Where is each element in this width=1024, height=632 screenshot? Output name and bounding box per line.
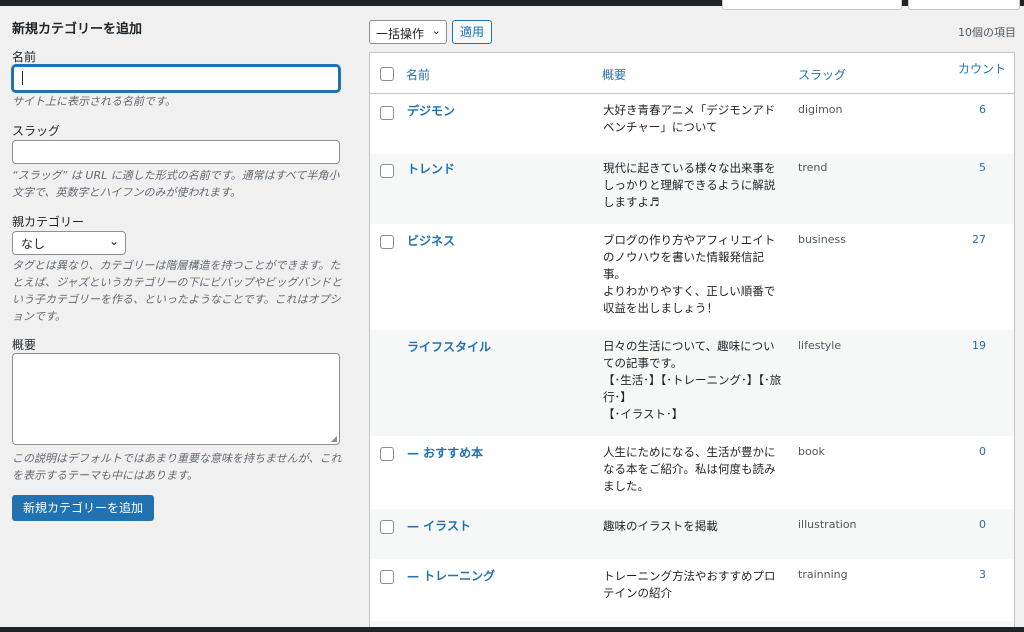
add-category-form: 新規カテゴリーを追加 名前 サイト上に表示される名前です。 スラッグ “スラッグ… xyxy=(12,18,342,521)
slug-label: スラッグ xyxy=(12,124,61,138)
table-row: デジモン 大好き青春アニメ「デジモンアドベンチャー」について digimon 6 xyxy=(370,94,1014,154)
bulk-action-value: 一括操作 xyxy=(376,27,425,41)
row-checkbox[interactable] xyxy=(380,106,394,120)
category-count-link[interactable]: 19 xyxy=(972,339,986,352)
resize-grip-icon[interactable]: ◢ xyxy=(331,434,337,443)
category-slug: business xyxy=(798,233,846,246)
category-count-link[interactable]: 27 xyxy=(972,233,986,246)
table-row: — トレーニング トレーニング方法やおすすめプロテインの紹介 trainning… xyxy=(370,559,1014,621)
column-slug[interactable]: スラッグ xyxy=(798,66,846,83)
bulk-action-select[interactable]: 一括操作 ⌄ xyxy=(369,20,447,44)
category-description: 現代に起きている様々な出来事をしっかりと理解できるように解説しますよ♬ xyxy=(603,161,776,209)
row-checkbox[interactable] xyxy=(380,447,394,461)
parent-help: タグとは異なり、カテゴリーは階層構造を持つことができます。たとえば、ジャズという… xyxy=(12,259,342,323)
category-name-link[interactable]: ライフスタイル xyxy=(407,338,491,355)
category-slug: lifestyle xyxy=(798,339,842,352)
table-header: 名前 概要 スラッグ カウント xyxy=(370,53,1014,94)
admin-top-bar xyxy=(0,0,1024,10)
chevron-down-icon: ⌄ xyxy=(431,24,441,37)
top-action-button[interactable] xyxy=(908,0,1020,10)
category-count-link[interactable]: 3 xyxy=(979,568,986,581)
column-name[interactable]: 名前 xyxy=(406,66,430,83)
column-description: 概要 xyxy=(602,68,627,82)
category-count-link[interactable]: 6 xyxy=(979,103,986,116)
table-row: — おすすめ本 人生にためになる、生活が豊かになる本をご紹介。私は何度も読みまし… xyxy=(370,436,1014,509)
top-search-box[interactable] xyxy=(722,0,902,10)
category-description: 人生にためになる、生活が豊かになる本をご紹介。私は何度も読みました。 xyxy=(603,445,776,493)
description-textarea[interactable]: ◢ xyxy=(12,353,340,445)
category-description: トレーニング方法やおすすめプロテインの紹介 xyxy=(603,569,776,600)
name-label: 名前 xyxy=(12,50,37,64)
chevron-down-icon: ⌄ xyxy=(108,234,119,248)
category-description: ブログの作り方やアフィリエイトのノウハウを書いた情報発信記事。 よりわかりやすく… xyxy=(603,233,776,315)
name-input[interactable] xyxy=(12,65,340,92)
category-count-link[interactable]: 0 xyxy=(979,518,986,531)
table-row: ライフスタイル 日々の生活について、趣味についての記事です。 【･生活･】【･ト… xyxy=(370,330,1014,436)
table-row: ビジネス ブログの作り方やアフィリエイトのノウハウを書いた情報発信記事。 よりわ… xyxy=(370,224,1014,330)
table-row: — イラスト 趣味のイラストを掲載 illustration 0 xyxy=(370,509,1014,559)
category-count-link[interactable]: 5 xyxy=(979,161,986,174)
category-name-link[interactable]: — おすすめ本 xyxy=(407,444,483,461)
category-slug: digimon xyxy=(798,103,843,116)
form-title: 新規カテゴリーを追加 xyxy=(12,22,143,37)
description-help: この説明はデフォルトではあまり重要な意味を持ちませんが、これを表示するテーマも中… xyxy=(12,452,342,482)
table-row: トレンド 現代に起きている様々な出来事をしっかりと理解できるように解説しますよ♬… xyxy=(370,154,1014,224)
category-slug: trend xyxy=(798,161,828,174)
select-all-checkbox[interactable] xyxy=(380,67,394,81)
category-name-link[interactable]: デジモン xyxy=(407,102,455,119)
category-slug: illustration xyxy=(798,518,857,531)
category-table: 名前 概要 スラッグ カウント デジモン 大好き青春アニメ「デジモンアドベンチャ… xyxy=(369,52,1015,632)
row-checkbox[interactable] xyxy=(380,520,394,534)
row-checkbox[interactable] xyxy=(380,235,394,249)
slug-help: “スラッグ” は URL に適した形式の名前です。通常はすべて半角小文字で、英数… xyxy=(12,169,340,199)
category-name-link[interactable]: トレンド xyxy=(407,160,455,177)
category-description: 趣味のイラストを掲載 xyxy=(603,519,718,533)
name-help: サイト上に表示される名前です。 xyxy=(12,95,176,108)
parent-selected-value: なし xyxy=(21,237,46,251)
item-count: 10個の項目 xyxy=(958,26,1016,39)
category-slug: trainning xyxy=(798,568,848,581)
category-description: 大好き青春アニメ「デジモンアドベンチャー」について xyxy=(603,103,776,134)
category-slug: book xyxy=(798,445,825,458)
text-caret xyxy=(22,71,23,85)
row-checkbox[interactable] xyxy=(380,570,394,584)
column-count[interactable]: カウント xyxy=(958,60,1006,77)
category-name-link[interactable]: — イラスト xyxy=(407,517,471,534)
row-checkbox[interactable] xyxy=(380,164,394,178)
parent-label: 親カテゴリー xyxy=(12,215,85,229)
category-name-link[interactable]: — トレーニング xyxy=(407,567,495,584)
bottom-bar xyxy=(0,627,1024,632)
category-name-link[interactable]: ビジネス xyxy=(407,232,455,249)
apply-button[interactable]: 適用 xyxy=(452,20,493,44)
slug-input[interactable] xyxy=(12,140,340,164)
description-label: 概要 xyxy=(12,338,37,352)
parent-select[interactable]: なし ⌄ xyxy=(12,231,126,255)
category-count-link[interactable]: 0 xyxy=(979,445,986,458)
category-description: 日々の生活について、趣味についての記事です。 【･生活･】【･トレーニング･】【… xyxy=(603,339,782,421)
add-category-button[interactable]: 新規カテゴリーを追加 xyxy=(12,495,155,521)
